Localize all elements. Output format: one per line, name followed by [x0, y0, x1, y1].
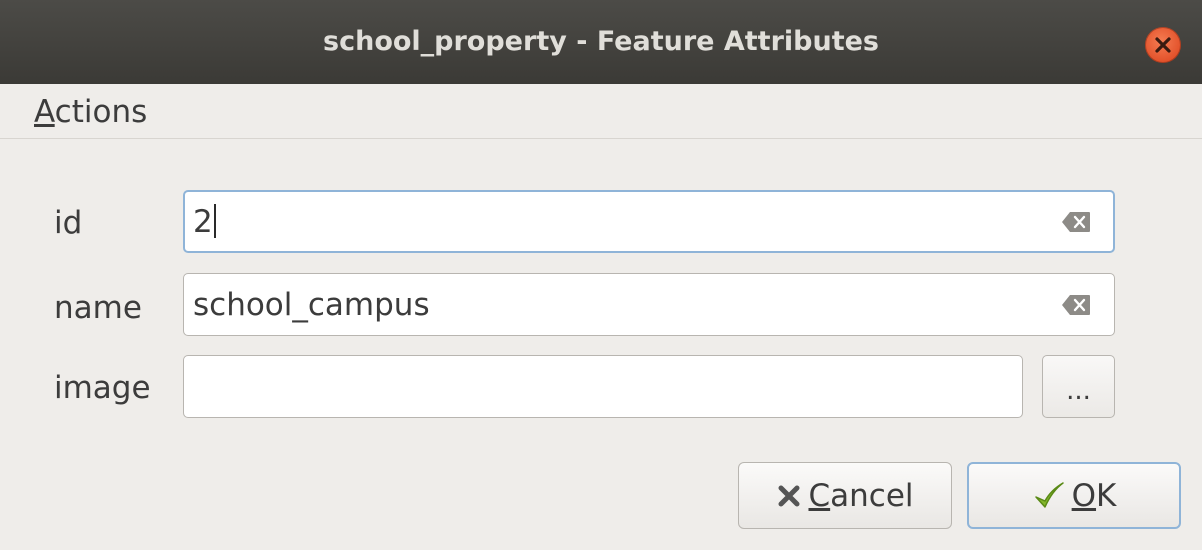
id-field-value: 2 — [193, 204, 213, 240]
close-button[interactable] — [1145, 27, 1181, 63]
cancel-mnemonic: C — [808, 477, 831, 514]
ok-label: K — [1096, 477, 1117, 514]
menu-bar: Actions — [0, 84, 1202, 139]
checkmark-icon — [1034, 481, 1064, 508]
x-icon — [778, 485, 800, 506]
ok-mnemonic: O — [1071, 477, 1097, 514]
clear-text-icon[interactable] — [1061, 294, 1091, 316]
menu-actions[interactable]: Actions — [34, 94, 147, 130]
window-title: school_property - Feature Attributes — [323, 26, 879, 57]
menu-actions-mnemonic: A — [34, 94, 55, 130]
title-bar: school_property - Feature Attributes — [0, 0, 1202, 84]
image-label: image — [54, 370, 151, 406]
name-label: name — [54, 290, 142, 326]
text-caret — [213, 204, 216, 238]
cancel-button[interactable]: Cancel — [738, 462, 952, 529]
clear-text-icon[interactable] — [1061, 211, 1091, 233]
id-field[interactable]: 2 — [183, 190, 1115, 253]
ok-button[interactable]: OK — [967, 462, 1181, 529]
name-field[interactable]: school_campus — [183, 273, 1115, 336]
close-icon — [1155, 37, 1171, 53]
menu-actions-label: ctions — [54, 94, 148, 130]
name-field-value: school_campus — [193, 287, 430, 323]
id-label: id — [54, 205, 83, 241]
cancel-label: ancel — [830, 477, 914, 514]
feature-attributes-dialog: school_property - Feature Attributes Act… — [0, 0, 1202, 550]
image-field[interactable] — [183, 355, 1023, 418]
browse-button[interactable]: ... — [1042, 355, 1115, 418]
